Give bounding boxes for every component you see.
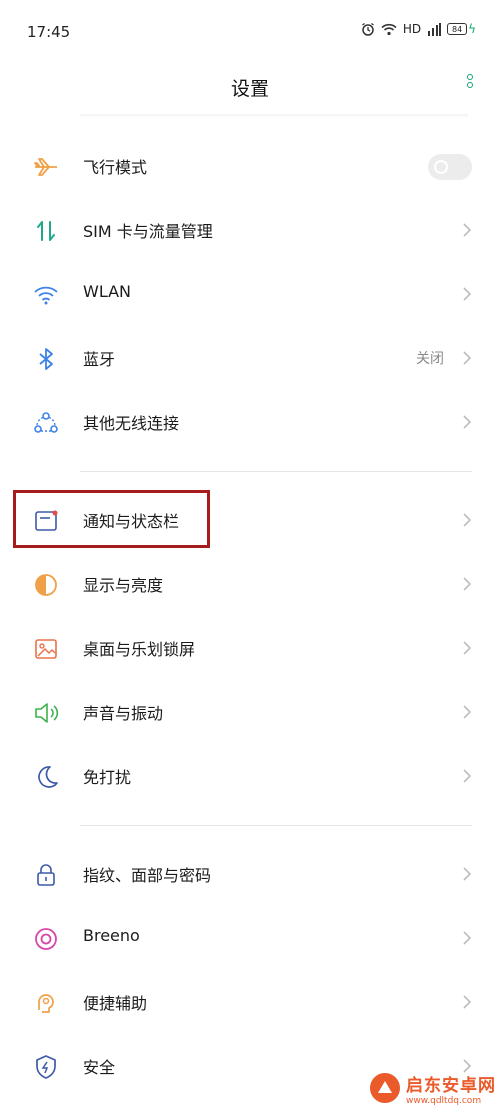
setting-item-other-wireless[interactable]: 其他无线连接: [0, 390, 500, 454]
setting-label: 安全: [83, 1058, 116, 1077]
signal-icon: [428, 22, 442, 36]
setting-item-wlan[interactable]: WLAN: [0, 262, 500, 326]
setting-item-do-not-disturb[interactable]: 免打扰: [0, 744, 500, 808]
setting-label: 便捷辅助: [83, 994, 148, 1013]
setting-label: 指纹、面部与密码: [83, 866, 212, 885]
setting-label: 显示与亮度: [83, 576, 164, 595]
status-time: 17:45: [27, 23, 71, 41]
chevron-right-icon: [460, 350, 474, 366]
bluetooth-status: 关闭: [416, 351, 444, 367]
wifi-status-icon: [381, 23, 397, 35]
battery-indicator: 84 ϟ: [447, 22, 476, 36]
chevron-right-icon: [460, 512, 474, 528]
setting-item-sim[interactable]: SIM 卡与流量管理: [0, 198, 500, 262]
breeno-icon: [31, 924, 61, 954]
chevron-right-icon: [460, 768, 474, 784]
header-divider: [80, 114, 468, 118]
lock-icon: [31, 860, 61, 890]
shield-icon: [31, 1052, 61, 1082]
battery-level: 84: [447, 23, 468, 35]
network-type: HD: [402, 22, 422, 36]
setting-label: 免打扰: [83, 768, 132, 787]
moon-icon: [31, 762, 61, 792]
highlight-box: [13, 490, 210, 548]
chevron-right-icon: [460, 286, 474, 302]
setting-item-accessibility[interactable]: 便捷辅助: [0, 970, 500, 1034]
wireless-connections-icon: [31, 408, 61, 438]
watermark-logo-icon: [370, 1073, 400, 1103]
chevron-right-icon: [460, 994, 474, 1010]
watermark: 启东安卓网 www.qdltdq.com: [368, 1066, 500, 1110]
status-icons: HD 84 ϟ: [361, 22, 476, 36]
setting-item-bluetooth[interactable]: 蓝牙 关闭: [0, 326, 500, 390]
setting-item-display[interactable]: 显示与亮度: [0, 552, 500, 616]
more-options-icon[interactable]: [466, 74, 476, 96]
assist-icon: [31, 988, 61, 1018]
chevron-right-icon: [460, 704, 474, 720]
section-divider: [80, 825, 472, 826]
sim-data-icon: [31, 216, 61, 246]
setting-item-sound[interactable]: 声音与振动: [0, 680, 500, 744]
status-bar: 17:45 HD 84 ϟ: [0, 0, 500, 62]
page-title: 设置: [230, 78, 269, 100]
alarm-icon: [361, 22, 374, 36]
chevron-right-icon: [460, 640, 474, 656]
chevron-right-icon: [460, 222, 474, 238]
setting-item-fingerprint-face-password[interactable]: 指纹、面部与密码: [0, 842, 500, 906]
chevron-right-icon: [460, 414, 474, 430]
chevron-right-icon: [460, 866, 474, 882]
setting-label: WLAN: [83, 282, 132, 301]
setting-label: 飞行模式: [83, 158, 148, 177]
section-divider: [80, 471, 472, 472]
airplane-mode-toggle[interactable]: [428, 154, 472, 180]
bluetooth-icon: [31, 344, 61, 374]
watermark-title: 启东安卓网: [406, 1075, 496, 1096]
setting-label: SIM 卡与流量管理: [83, 222, 213, 241]
setting-item-wallpaper[interactable]: 桌面与乐划锁屏: [0, 616, 500, 680]
setting-label: 声音与振动: [83, 704, 164, 723]
setting-label: Breeno: [83, 926, 140, 945]
setting-item-breeno[interactable]: Breeno: [0, 906, 500, 970]
wallpaper-icon: [31, 634, 61, 664]
display-brightness-icon: [31, 570, 61, 600]
speaker-icon: [31, 698, 61, 728]
wifi-icon: [31, 280, 61, 310]
charging-icon: ϟ: [468, 22, 476, 36]
chevron-right-icon: [460, 576, 474, 592]
airplane-icon: [31, 152, 61, 182]
watermark-url: www.qdltdq.com: [406, 1095, 482, 1106]
header: 设置: [0, 62, 500, 112]
setting-item-airplane-mode[interactable]: 飞行模式: [0, 134, 500, 198]
setting-label: 蓝牙: [83, 350, 116, 369]
chevron-right-icon: [460, 930, 474, 946]
setting-label: 桌面与乐划锁屏: [83, 640, 196, 659]
setting-label: 其他无线连接: [83, 414, 180, 433]
